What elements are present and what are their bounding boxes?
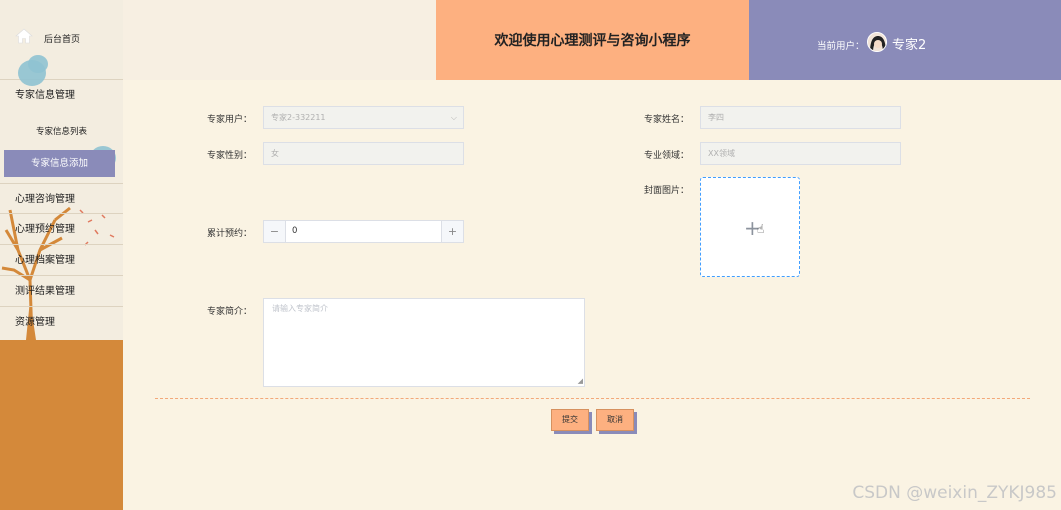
submit-button[interactable]: 提交 [551,409,589,431]
appointment-count-label: 累计预约： [206,229,252,239]
increment-button[interactable]: + [441,221,463,242]
expert-user-label: 专家用户： [206,115,252,125]
expert-name-value: 李四 [708,113,724,122]
expert-field-value: XX领域 [708,149,735,158]
sidebar-item-archive-management[interactable]: 心理档案管理 [0,245,123,276]
sidebar-item-label: 资源管理 [15,317,55,328]
expert-intro-placeholder: 请输入专家简介 [272,304,328,313]
form-divider [155,398,1030,399]
chevron-down-icon: ⌵ [450,113,457,122]
header-user-panel: 当前用户： 专家2 [749,0,1061,80]
sidebar-subitem-label: 专家信息添加 [30,158,88,169]
avatar[interactable] [867,32,887,52]
header-left-panel [123,0,436,80]
expert-gender-value: 女 [271,149,279,158]
sidebar-item-resource-management[interactable]: 资源管理 [0,307,123,338]
sidebar-item-expert-management[interactable]: 专家信息管理 [0,81,123,115]
expert-name-label: 专家姓名： [643,115,689,125]
watermark: CSDN @weixin_ZYKJ985 [852,483,1057,503]
sidebar: 后台首页 专家信息管理 专家信息列表 专家信息添加 心理咨询管理 心理预约管理 … [0,0,123,510]
cover-image-label: 封面图片： [643,186,689,196]
page-title: 欢迎使用心理测评与咨询小程序 [494,33,691,49]
resize-handle-icon[interactable]: ◢ [578,377,583,385]
expert-user-select[interactable]: 专家2-332211 ⌵ [263,106,464,129]
sidebar-item-result-management[interactable]: 测评结果管理 [0,276,123,307]
decrement-button[interactable]: − [264,221,286,242]
expert-name-field[interactable]: 李四 [700,106,901,129]
expert-gender-label: 专家性别： [206,151,252,161]
cloud-decoration [28,55,48,73]
current-user-label: 当前用户： [817,41,865,52]
hand-cursor-icon: ☝ [757,222,765,236]
appointment-count-value[interactable]: 0 [292,221,297,242]
sidebar-item-consult-management[interactable]: 心理咨询管理 [0,183,123,214]
sidebar-item-label: 心理咨询管理 [15,194,75,205]
cover-image-upload[interactable]: + ☝ [700,177,800,277]
sidebar-item-label: 心理预约管理 [15,224,75,235]
sidebar-item-label: 专家信息管理 [15,90,75,101]
expert-gender-field[interactable]: 女 [263,142,464,165]
expert-field-label: 专业领域： [643,151,689,161]
home-icon [15,28,33,44]
sidebar-item-appointment-management[interactable]: 心理预约管理 [0,214,123,245]
current-user-name[interactable]: 专家2 [892,34,926,53]
sidebar-subitem-expert-list[interactable]: 专家信息列表 [0,125,123,137]
sidebar-home-label: 后台首页 [44,35,81,45]
sidebar-item-label: 测评结果管理 [15,286,75,297]
expert-user-value: 专家2-332211 [271,113,326,122]
appointment-count-stepper[interactable]: − 0 + [263,220,464,243]
expert-intro-textarea[interactable]: 请输入专家简介 ◢ [263,298,585,387]
sidebar-subitem-label: 专家信息列表 [35,127,87,137]
header-title-panel: 欢迎使用心理测评与咨询小程序 [436,0,749,80]
sidebar-item-label: 心理档案管理 [15,255,75,266]
cancel-button[interactable]: 取消 [596,409,634,431]
avatar-icon [868,33,886,51]
expert-intro-label: 专家简介： [206,307,252,317]
sidebar-menu-panel: 后台首页 专家信息管理 专家信息列表 专家信息添加 心理咨询管理 心理预约管理 … [0,0,123,340]
sidebar-subitem-expert-add[interactable]: 专家信息添加 [4,150,115,177]
expert-field-field[interactable]: XX领域 [700,142,901,165]
